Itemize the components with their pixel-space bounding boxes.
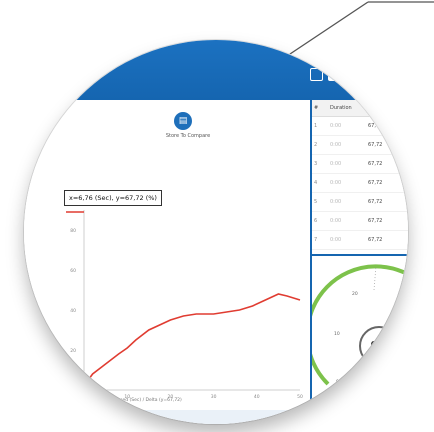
series-line [84,293,301,385]
toolbar-button[interactable] [346,68,360,81]
table-cell-time: 0:00 [330,237,342,243]
table-cell-num: 6 [314,218,318,224]
x-tick-label: 50 [297,394,303,400]
table-cell-value: 67,72 [368,161,383,167]
table-cell-num: 4 [314,180,318,186]
table-cell-time: 0:00 [330,199,342,205]
x-tick-label: 30 [211,394,217,400]
table-cell-value: 67,72 [368,199,383,205]
magnified-view: ▤ Store To Compare 80 60 40 20 10 20 30 40 50 x… [24,40,408,424]
gauge-panel: 10 20 30 0 0,0 Intensity [312,256,408,410]
gauge-caption: Intensity [336,396,356,401]
y-tick-label: 80 [70,228,76,234]
table-cell-num: 7 [314,237,318,243]
status-strip [24,410,408,424]
line-chart: 80604020 10 20 30 40 50 [66,210,303,400]
table-row[interactable]: 1 0:00 67,7 [312,117,408,136]
col-header-value[interactable]: Value [366,100,398,116]
col-header-num[interactable]: # [312,100,328,116]
table-cell-time: 0:00 [330,123,342,129]
table-cell-time: 0:00 [330,180,342,186]
table-row[interactable]: 5 0:00 67,72 [312,193,408,212]
y-tick-label: 60 [70,268,76,274]
window-icon[interactable] [310,68,323,81]
table-cell-time: 0:00 [330,142,342,148]
app-window: ▤ Store To Compare 80 60 40 20 10 20 30 40 50 x… [24,40,408,424]
gauge-arc [312,264,408,386]
table-cell-value: 67,72 [368,142,383,148]
table-cell-num: 2 [314,142,318,148]
x-tick-label: 40 [254,394,260,400]
table-cell-time: 0:00 [330,161,342,167]
data-tooltip: x=6,76 (Sec), y=67,72 (%) [64,190,162,206]
x-axis-label: Time Elapsed (Sec) / Delta (y=67,72) [98,398,182,403]
y-tick-label: 40 [70,308,76,314]
gauge-tick: 20 [352,292,358,297]
table-cell-value: 67,72 [368,237,383,243]
table-cell-value: 67,7 [368,123,380,129]
gauge-value: 0,0 [359,326,399,366]
table-row[interactable]: 6 0:00 67,72 [312,212,408,231]
table-row[interactable]: 2 0:00 67,72 [312,136,408,155]
table-cell-value: 67,72 [368,218,383,224]
table-row[interactable]: 3 0:00 67,72 [312,155,408,174]
title-bar [24,40,408,100]
gauge-tick: 0 [336,380,339,385]
col-header-status[interactable] [398,100,408,116]
table-cell-time: 0:00 [330,218,342,224]
table-cell-value: 67,72 [368,180,383,186]
camera-icon[interactable] [328,68,341,81]
col-header-duration[interactable]: Duration [328,100,366,116]
table-header: # Duration Value [312,100,408,117]
table-cell-num: 1 [314,123,318,129]
table-row[interactable]: 7 0:00 67,72 [312,231,408,250]
gauge-tick: 10 [334,332,340,337]
chart-panel: ▤ Store To Compare 80 60 40 20 10 20 30 40 50 x… [24,100,312,410]
table-cell-num: 3 [314,161,318,167]
table-cell-num: 5 [314,199,318,205]
table-row[interactable]: 4 0:00 67,72 [312,174,408,193]
y-tick-label: 20 [70,348,76,354]
data-table: # Duration Value 1 0:00 67,7 2 0:00 67,72 3 0:0… [312,100,408,256]
